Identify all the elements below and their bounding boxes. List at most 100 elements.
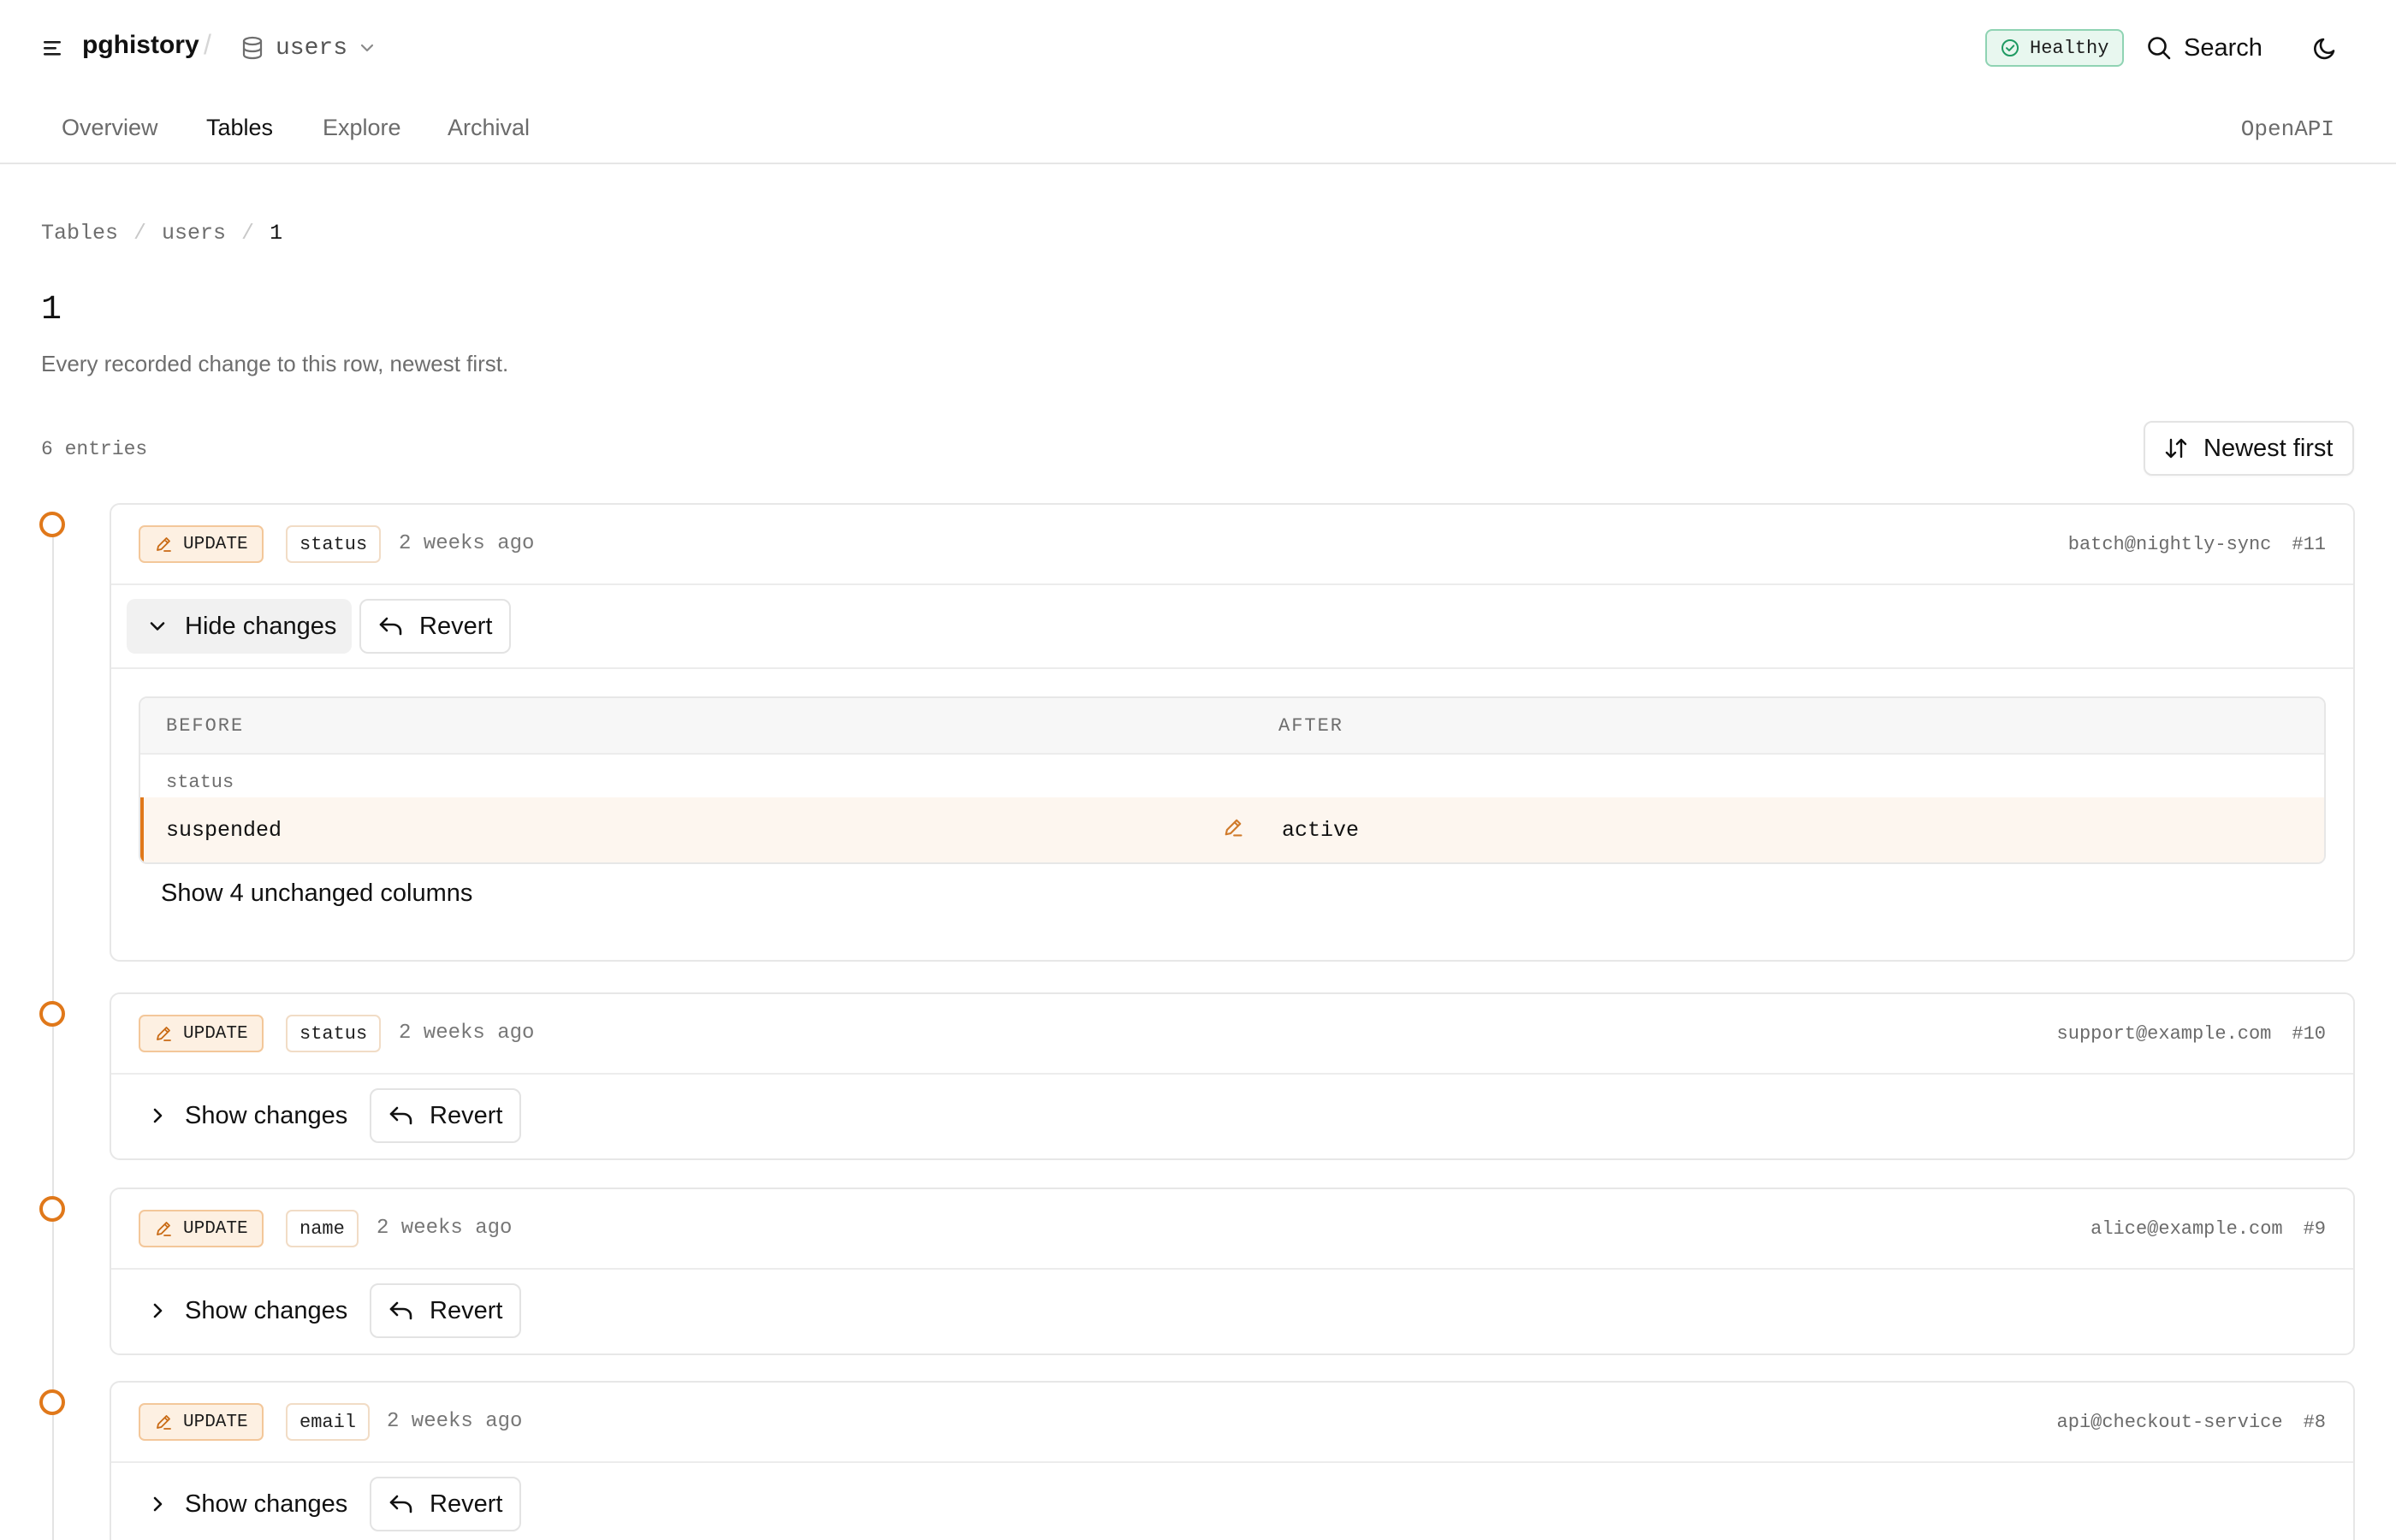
database-icon: [242, 36, 263, 60]
entry-actions: Show changes Revert: [111, 1270, 2353, 1353]
timeline-dot: [39, 512, 65, 537]
show-changes-button[interactable]: Show changes: [127, 1477, 363, 1531]
entry-header: UPDATE status 2 weeks ago support@exampl…: [111, 994, 2353, 1075]
entry-header: UPDATE status 2 weeks ago batch@nightly-…: [111, 505, 2353, 585]
undo-icon: [389, 1106, 412, 1125]
revert-label: Revert: [430, 1101, 503, 1129]
revert-label: Revert: [419, 612, 493, 640]
openapi-link[interactable]: OpenAPI: [2241, 116, 2334, 142]
search-button[interactable]: Search: [2146, 29, 2263, 67]
revert-button[interactable]: Revert: [370, 1283, 522, 1338]
check-circle-icon: [2002, 39, 2019, 56]
entry-actions: Hide changes Revert: [111, 585, 2353, 667]
undo-icon: [379, 617, 402, 636]
search-label: Search: [2184, 33, 2263, 62]
entry-actor: alice@example.com: [2091, 1218, 2283, 1240]
entry-id: #10: [2292, 1023, 2326, 1045]
diff-row: suspended active: [140, 797, 2324, 862]
entry-actions: Show changes Revert: [111, 1463, 2353, 1540]
chevron-right-icon: [153, 1108, 163, 1123]
database-selector[interactable]: users: [241, 29, 375, 67]
top-bar: pghistory / users Healthy Search: [0, 0, 2396, 96]
hide-changes-button[interactable]: Hide changes: [127, 599, 353, 654]
operation-badge: UPDATE: [139, 1210, 264, 1247]
diff-column-name: status: [166, 772, 234, 793]
diff-panel: BEFORE AFTER status suspended active Sho…: [111, 667, 2353, 960]
column-badge: status: [286, 525, 382, 563]
history-entry: UPDATE status 2 weeks ago batch@nightly-…: [110, 503, 2355, 962]
revert-button[interactable]: Revert: [370, 1477, 522, 1531]
history-entry: UPDATE name 2 weeks ago alice@example.co…: [110, 1188, 2355, 1355]
tab-overview[interactable]: Overview: [62, 115, 158, 141]
operation-label: UPDATE: [183, 1218, 248, 1239]
operation-label: UPDATE: [183, 1412, 248, 1432]
entry-header: UPDATE name 2 weeks ago alice@example.co…: [111, 1189, 2353, 1270]
breadcrumb-current: 1: [270, 221, 283, 246]
operation-badge: UPDATE: [139, 1403, 264, 1441]
database-selector-label: users: [276, 34, 348, 62]
moon-icon[interactable]: [2310, 33, 2341, 63]
sort-icon: [2165, 438, 2187, 459]
toggle-label: Show changes: [185, 1490, 348, 1518]
after-value: active: [1282, 818, 1360, 843]
tab-archival[interactable]: Archival: [448, 115, 530, 141]
entry-id: #11: [2292, 534, 2326, 555]
toggle-label: Show changes: [185, 1296, 348, 1324]
menu-icon[interactable]: [43, 38, 65, 58]
main-nav: Overview Tables Explore Archival OpenAPI: [0, 96, 2396, 164]
tab-explore[interactable]: Explore: [323, 115, 401, 141]
revert-button[interactable]: Revert: [359, 599, 512, 654]
column-badge: email: [286, 1403, 371, 1441]
brand-divider: /: [204, 29, 211, 60]
column-badge: status: [286, 1015, 382, 1052]
entry-id: #8: [2303, 1412, 2326, 1433]
history-entry: UPDATE status 2 weeks ago support@exampl…: [110, 992, 2355, 1160]
revert-button[interactable]: Revert: [370, 1088, 522, 1143]
show-changes-button[interactable]: Show changes: [127, 1283, 363, 1338]
toggle-label: Hide changes: [185, 612, 337, 640]
health-badge: Healthy: [1985, 29, 2125, 67]
show-unchanged-button[interactable]: Show 4 unchanged columns: [161, 880, 472, 908]
entry-actor: api@checkout-service: [2056, 1412, 2283, 1433]
diff-table: BEFORE AFTER status suspended active: [139, 696, 2326, 864]
entry-actor: support@example.com: [2056, 1023, 2272, 1045]
before-header: BEFORE: [166, 715, 245, 737]
breadcrumb-separator: /: [133, 221, 147, 246]
toggle-label: Show changes: [185, 1101, 348, 1129]
operation-badge: UPDATE: [139, 525, 264, 563]
entry-id: #9: [2303, 1218, 2326, 1240]
entry-actions: Show changes Revert: [111, 1075, 2353, 1158]
chevron-down-icon: [360, 44, 374, 52]
timeline-rail: [52, 524, 54, 1540]
tab-tables[interactable]: Tables: [206, 115, 273, 141]
after-header: AFTER: [1278, 715, 1344, 737]
revert-label: Revert: [430, 1490, 503, 1518]
pencil-icon: [157, 537, 171, 552]
chevron-down-icon: [150, 622, 165, 631]
entry-header: UPDATE email 2 weeks ago api@checkout-se…: [111, 1383, 2353, 1463]
operation-label: UPDATE: [183, 534, 248, 554]
pencil-icon: [1225, 819, 1242, 837]
page-title: 1: [41, 291, 62, 329]
timeline-dot: [39, 1001, 65, 1027]
show-changes-button[interactable]: Show changes: [127, 1088, 363, 1143]
chevron-right-icon: [153, 1496, 163, 1512]
app-brand[interactable]: pghistory: [82, 31, 199, 60]
pencil-icon: [157, 1415, 171, 1430]
chevron-right-icon: [153, 1303, 163, 1318]
breadcrumb-users[interactable]: users: [162, 221, 226, 246]
operation-badge: UPDATE: [139, 1015, 264, 1052]
pencil-icon: [157, 1027, 171, 1041]
revert-label: Revert: [430, 1296, 503, 1324]
entry-time: 2 weeks ago: [377, 1217, 513, 1240]
entry-time: 2 weeks ago: [399, 532, 535, 555]
entry-time: 2 weeks ago: [387, 1410, 523, 1433]
operation-label: UPDATE: [183, 1023, 248, 1044]
entry-time: 2 weeks ago: [399, 1022, 535, 1045]
breadcrumb-tables[interactable]: Tables: [41, 221, 118, 246]
breadcrumb-separator: /: [241, 221, 255, 246]
timeline-dot: [39, 1196, 65, 1222]
entry-count: 6 entries: [41, 438, 148, 460]
entry-actor: batch@nightly-sync: [2067, 534, 2272, 555]
sort-button[interactable]: Newest first: [2144, 421, 2354, 476]
